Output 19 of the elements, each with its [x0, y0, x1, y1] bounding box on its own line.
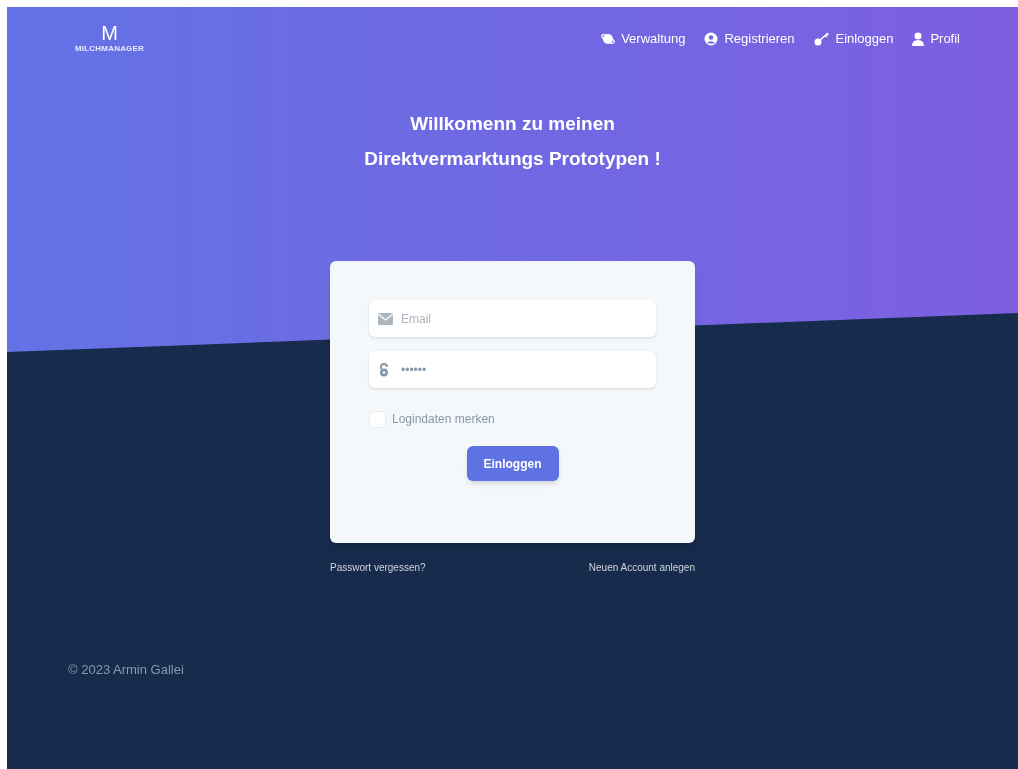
user-icon	[912, 32, 925, 46]
welcome-heading: Willkomenn zu meinen	[410, 112, 615, 136]
nav-link[interactable]: Registrieren	[704, 29, 795, 49]
nav-link[interactable]: Verwaltung	[601, 29, 686, 49]
create-account-link[interactable]: Neuen Account anlegen	[588, 560, 695, 575]
welcome-heading: Direktvermarktungs Prototypen !	[364, 146, 661, 171]
login-button[interactable]: Einloggen	[466, 446, 559, 481]
nav-link[interactable]: Einloggen	[813, 29, 894, 49]
key-icon	[813, 32, 830, 46]
logo-text: MILCHMANAGER	[75, 43, 145, 55]
forgot-password-link[interactable]: Passwort vergessen?	[330, 560, 426, 575]
planet-icon	[601, 32, 616, 46]
remember-label: Logindaten merken	[392, 411, 495, 428]
copyright-text: © 2023 Armin Gallei	[68, 662, 184, 677]
password-field[interactable]: ••••••	[369, 351, 656, 388]
nav-link[interactable]: Profil	[912, 29, 960, 49]
email-field[interactable]: Email	[369, 300, 656, 337]
logo-mark: M	[101, 23, 118, 43]
user-circle-icon	[704, 32, 719, 46]
